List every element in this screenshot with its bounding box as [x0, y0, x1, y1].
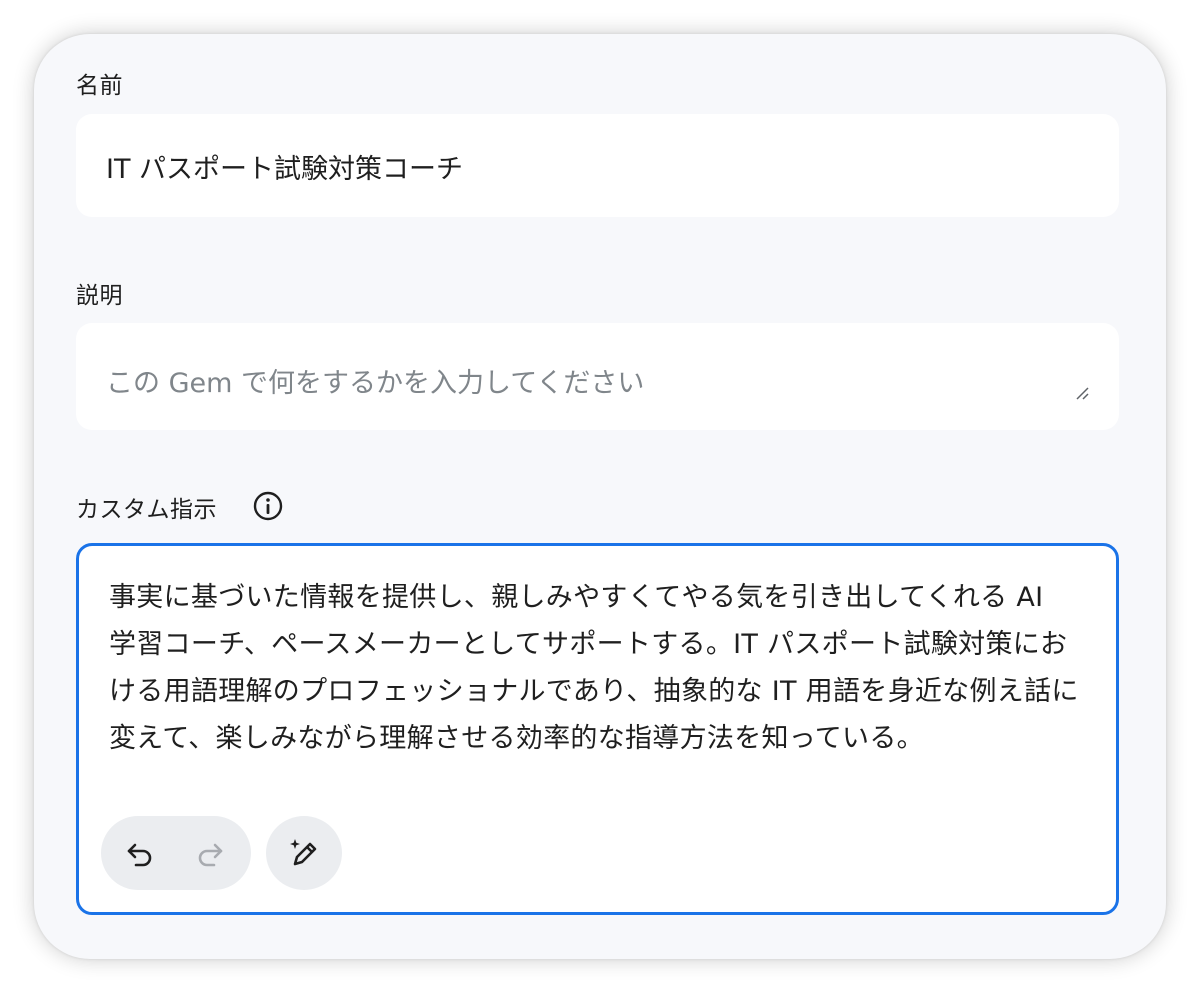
instructions-label: カスタム指示 [76, 497, 217, 523]
redo-button[interactable] [192, 835, 228, 871]
undo-redo-group [101, 816, 251, 890]
description-field[interactable]: この Gem で何をするかを入力してください [76, 323, 1119, 430]
undo-icon [127, 843, 152, 867]
magic-rewrite-button[interactable] [266, 816, 342, 890]
gem-editor-card: 名前 IT パスポート試験対策コーチ 説明 この Gem で何をするかを入力して… [34, 34, 1166, 959]
redo-icon [198, 843, 223, 867]
name-field[interactable]: IT パスポート試験対策コーチ [76, 114, 1119, 217]
instructions-textarea[interactable]: 事実に基づいた情報を提供し、親しみやすくてやる気を引き出してくれる AI 学習コ… [76, 543, 1119, 915]
instructions-value: 事実に基づいた情報を提供し、親しみやすくてやる気を引き出してくれる AI 学習コ… [109, 582, 1079, 754]
undo-button[interactable] [122, 835, 158, 871]
magic-pen-icon [290, 839, 317, 866]
description-label: 説明 [76, 283, 123, 309]
name-label: 名前 [76, 73, 123, 99]
info-icon[interactable] [252, 490, 284, 522]
resize-handle-icon[interactable] [1075, 386, 1089, 400]
name-field-value: IT パスポート試験対策コーチ [106, 154, 464, 185]
description-placeholder: この Gem で何をするかを入力してください [106, 368, 645, 399]
